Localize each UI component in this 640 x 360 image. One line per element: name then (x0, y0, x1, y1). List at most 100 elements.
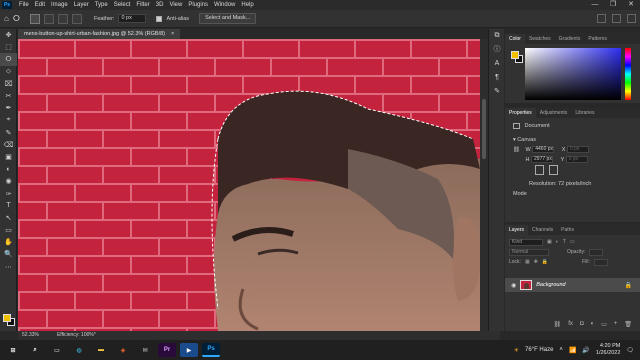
photoshop-taskbar-icon[interactable]: Ps (202, 343, 220, 357)
width-field[interactable]: 4460 px (532, 146, 555, 154)
tab-paths[interactable]: Paths (557, 225, 578, 235)
brush-tool-icon[interactable]: ✎ (0, 127, 17, 139)
info-icon[interactable]: ⓘ (489, 43, 505, 57)
tab-gradients[interactable]: Gradients (555, 34, 585, 44)
lasso-tool-preset-icon[interactable]: ⵔ (13, 14, 20, 23)
menu-select[interactable]: Select (111, 0, 134, 10)
premiere-icon[interactable]: Pr (158, 343, 176, 357)
subtract-selection-button[interactable] (57, 13, 68, 24)
mail-icon[interactable]: ✉ (136, 343, 154, 357)
network-icon[interactable]: 📶 (569, 347, 576, 354)
menu-file[interactable]: File (16, 0, 32, 10)
minimize-button[interactable]: — (586, 0, 604, 10)
start-icon[interactable]: ⊞ (4, 343, 22, 357)
workspace-icon[interactable] (612, 14, 621, 23)
link-layers-icon[interactable]: ⛓ (554, 321, 562, 329)
crop-tool-icon[interactable]: ⌧ (0, 78, 17, 90)
link-icon[interactable]: ⛓ (513, 147, 520, 153)
tray-chevron-icon[interactable]: ˄ (559, 347, 563, 353)
hue-slider[interactable] (625, 48, 631, 100)
lock-all-icon[interactable]: 🔒 (542, 259, 548, 265)
menu-plugins[interactable]: Plugins (185, 0, 211, 10)
scrollbar-thumb[interactable] (482, 99, 486, 159)
weather-text[interactable]: 76°F Haze (525, 347, 553, 353)
document-tab[interactable]: mens-button-up-shirt-urban-fashion.jpg @… (18, 29, 181, 39)
menu-image[interactable]: Image (48, 0, 71, 10)
blur-tool-icon[interactable]: ◉ (0, 175, 17, 187)
menu-window[interactable]: Window (211, 0, 238, 10)
menu-view[interactable]: View (166, 0, 185, 10)
layer-lock-icon[interactable]: 🔒 (625, 282, 632, 289)
tab-layers[interactable]: Layers (505, 225, 529, 235)
tab-color[interactable]: Color (505, 34, 525, 44)
layer-row-background[interactable]: ◉ Background 🔒 (505, 278, 640, 292)
notifications-icon[interactable]: 🗨 (626, 347, 634, 354)
zoom-level[interactable]: 52.33% (22, 331, 39, 340)
y-field[interactable]: 0 px (565, 156, 588, 164)
weather-icon[interactable]: ☀ (514, 347, 519, 354)
taskbar-search-icon[interactable]: ⌕ (26, 343, 44, 357)
x-field[interactable]: 0 px (566, 146, 589, 154)
healing-tool-icon[interactable]: ⌖ (0, 114, 17, 126)
home-icon[interactable]: ⌂ (4, 14, 9, 23)
volume-icon[interactable]: 🔊 (582, 347, 589, 354)
new-selection-button[interactable] (29, 13, 40, 24)
adjustment-icon[interactable]: ◐ (591, 321, 595, 329)
menu-filter[interactable]: Filter (133, 0, 152, 10)
fx-icon[interactable]: fx (568, 321, 573, 329)
canvas-section-header[interactable]: ▾ Canvas (505, 135, 640, 145)
filter-type-icon[interactable]: T (563, 239, 566, 245)
landscape-icon[interactable] (548, 165, 558, 175)
opacity-field[interactable] (589, 248, 604, 256)
tab-patterns[interactable]: Patterns (584, 34, 611, 44)
color-picker-field[interactable] (525, 48, 621, 100)
lock-position-icon[interactable]: ✥ (534, 259, 538, 265)
share-icon[interactable] (627, 14, 636, 23)
close-tab-icon[interactable]: × (171, 29, 174, 39)
add-selection-button[interactable] (43, 13, 54, 24)
document-canvas[interactable] (18, 39, 480, 331)
intersect-selection-button[interactable] (71, 13, 82, 24)
search-icon[interactable] (597, 14, 606, 23)
tab-libraries[interactable]: Libraries (571, 108, 598, 118)
canvas-vertical-scrollbar[interactable] (480, 39, 488, 331)
shape-tool-icon[interactable]: ▭ (0, 224, 17, 236)
tab-adjustments[interactable]: Adjustments (536, 108, 572, 118)
glyphs-icon[interactable]: ¶ (489, 71, 505, 85)
menu-help[interactable]: Help (238, 0, 256, 10)
menu-3d[interactable]: 3D (153, 0, 167, 10)
visibility-eye-icon[interactable]: ◉ (511, 282, 516, 289)
pen-tool-icon[interactable]: ✑ (0, 187, 17, 199)
tab-channels[interactable]: Channels (528, 225, 557, 235)
filter-adjust-icon[interactable]: ◐ (556, 239, 559, 245)
edge-icon[interactable]: ◍ (70, 343, 88, 357)
mask-icon[interactable]: ◘ (580, 321, 584, 329)
type-tool-icon[interactable]: T (0, 200, 17, 212)
lock-pixels-icon[interactable]: ▦ (525, 259, 530, 265)
eyedropper-tool-icon[interactable]: ✒ (0, 102, 17, 114)
filter-shape-icon[interactable]: ▭ (570, 239, 575, 245)
panel-foreground-swatch[interactable] (511, 51, 519, 59)
marquee-tool-icon[interactable]: ⬚ (0, 41, 17, 53)
tab-swatches[interactable]: Swatches (525, 34, 555, 44)
antialias-checkbox[interactable] (156, 15, 163, 22)
menu-edit[interactable]: Edit (32, 0, 48, 10)
path-select-tool-icon[interactable]: ↖ (0, 212, 17, 224)
task-view-icon[interactable]: ▭ (48, 343, 66, 357)
maximize-button[interactable]: ❐ (604, 0, 622, 10)
new-layer-icon[interactable]: + (614, 321, 618, 329)
frame-tool-icon[interactable]: ✂ (0, 90, 17, 102)
history-icon[interactable]: ⧉ (489, 29, 505, 43)
menu-type[interactable]: Type (92, 0, 111, 10)
more-tools-icon[interactable]: ⋯ (0, 261, 17, 273)
blend-mode-select[interactable]: Normal (509, 248, 549, 256)
brushes-icon[interactable]: ✎ (489, 85, 505, 99)
file-explorer-icon[interactable]: ▬ (92, 343, 110, 357)
clock[interactable]: 4:20 PM 1/26/2022 (596, 343, 620, 357)
hand-tool-icon[interactable]: ✋ (0, 236, 17, 248)
foreground-color-swatch[interactable] (3, 314, 11, 322)
menu-layer[interactable]: Layer (71, 0, 92, 10)
trash-icon[interactable]: 🗑 (624, 321, 632, 329)
group-icon[interactable]: ▭ (601, 321, 607, 329)
height-field[interactable]: 2977 px (531, 156, 554, 164)
